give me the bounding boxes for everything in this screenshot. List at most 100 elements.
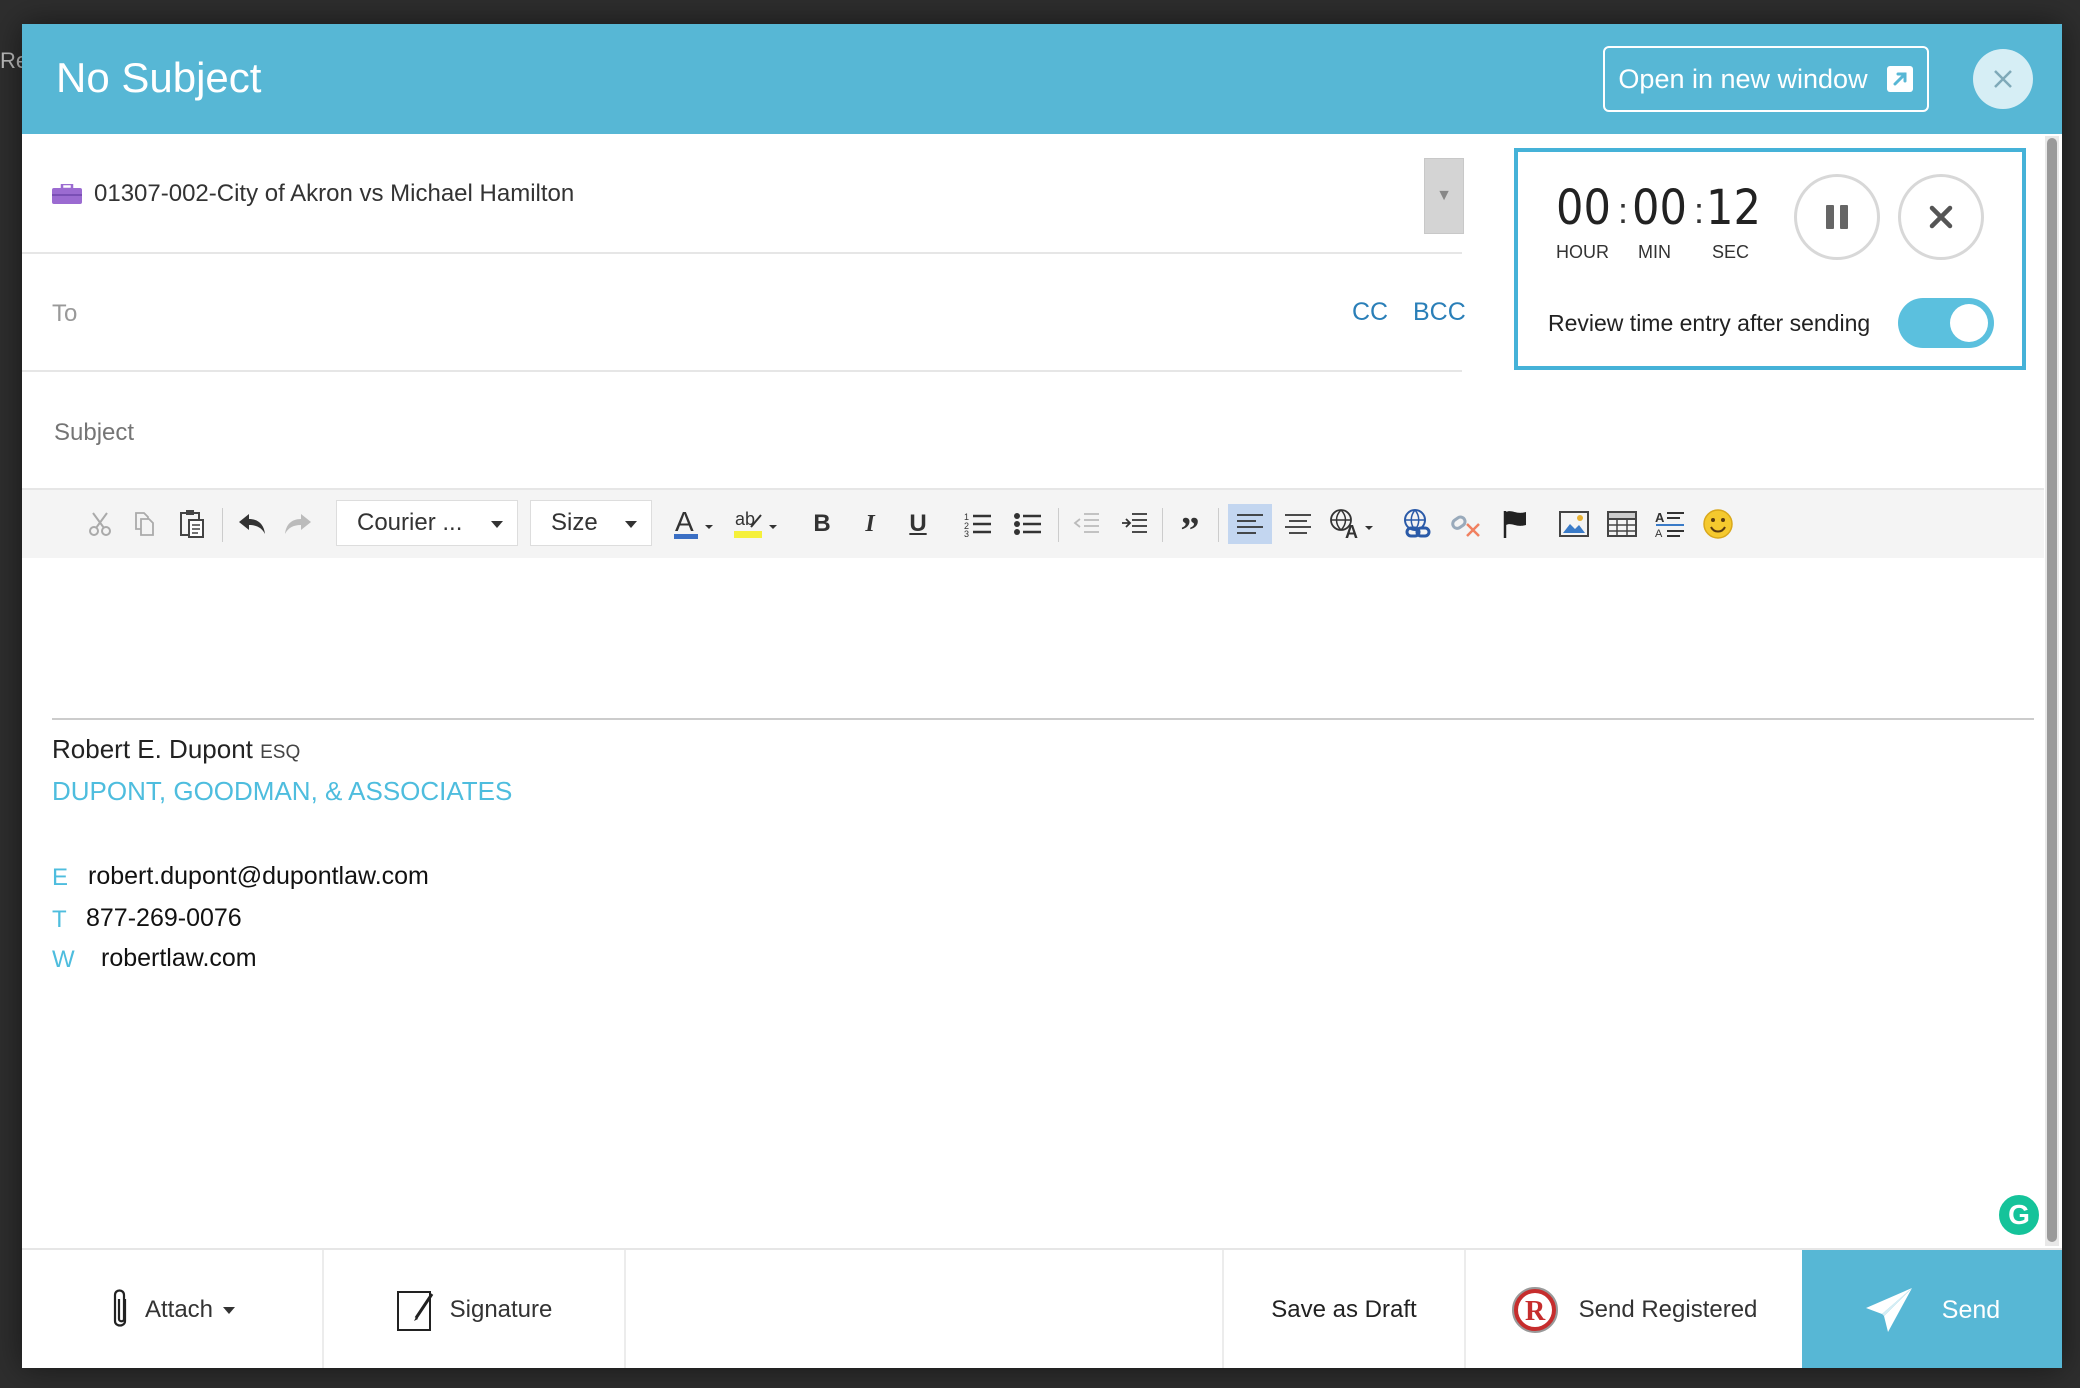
review-time-entry-toggle[interactable] bbox=[1898, 298, 1994, 348]
highlight-color-button[interactable]: ab bbox=[732, 504, 784, 544]
svg-text:A: A bbox=[1655, 528, 1663, 538]
cc-button[interactable]: CC bbox=[1352, 298, 1388, 327]
open-in-new-window-label: Open in new window bbox=[1618, 63, 1868, 94]
undo-icon bbox=[239, 514, 265, 534]
image-icon bbox=[1559, 511, 1589, 537]
format-text-icon: AA bbox=[1655, 510, 1684, 538]
signature-phone: 877-269-0076 bbox=[86, 904, 242, 932]
toolbar-divider bbox=[1162, 508, 1163, 542]
font-family-select[interactable]: Courier ... bbox=[336, 500, 518, 546]
quote-icon: ” bbox=[1180, 510, 1200, 552]
sec-label: SEC bbox=[1712, 242, 1750, 262]
close-dialog-button[interactable] bbox=[1973, 49, 2033, 109]
text-color-button[interactable]: A bbox=[672, 504, 720, 544]
remove-link-button[interactable] bbox=[1446, 504, 1486, 544]
to-label: To bbox=[52, 300, 78, 327]
insert-table-button[interactable] bbox=[1602, 504, 1642, 544]
language-button[interactable]: A bbox=[1328, 504, 1378, 544]
outdent-button[interactable] bbox=[1066, 504, 1106, 544]
copy-button[interactable] bbox=[124, 504, 164, 544]
link-icon bbox=[1404, 509, 1431, 538]
indent-button[interactable] bbox=[1114, 504, 1154, 544]
dropdown-caret-icon bbox=[491, 521, 503, 528]
compose-email-dialog: No Subject Open in new window 01307-002-… bbox=[22, 24, 2062, 1368]
scrollbar-thumb[interactable] bbox=[2047, 138, 2057, 1242]
timer-colon: : bbox=[1694, 190, 1705, 231]
signature-button[interactable]: Signature bbox=[324, 1250, 626, 1368]
underline-icon: U bbox=[909, 510, 927, 537]
matter-selector[interactable]: 01307-002-City of Akron vs Michael Hamil… bbox=[22, 136, 1464, 254]
insert-emoji-button[interactable] bbox=[1698, 504, 1738, 544]
svg-text:R: R bbox=[1525, 1296, 1546, 1327]
attach-label: Attach bbox=[144, 1296, 214, 1323]
flag-icon bbox=[1503, 511, 1526, 538]
close-icon bbox=[1994, 70, 2012, 88]
compose-footer: Attach Signature Save as Draft R Send Re… bbox=[22, 1248, 2062, 1368]
editor-toolbar: Courier ... Size A ab B I U 123 ” A A A bbox=[22, 490, 2044, 558]
signature-firm: DUPONT, GOODMAN, & ASSOCIATES bbox=[52, 776, 513, 806]
save-as-draft-button[interactable]: Save as Draft bbox=[1224, 1250, 1466, 1368]
font-size-select[interactable]: Size bbox=[530, 500, 652, 546]
signature-label: Signature bbox=[449, 1296, 553, 1323]
text-style-button[interactable]: AA bbox=[1650, 504, 1690, 544]
numbered-list-button[interactable]: 123 bbox=[958, 504, 998, 544]
smiley-icon bbox=[1703, 509, 1733, 539]
signature-suffix: ESQ bbox=[260, 742, 301, 763]
bcc-button[interactable]: BCC bbox=[1413, 298, 1466, 327]
toolbar-divider bbox=[222, 508, 223, 542]
insert-image-button[interactable] bbox=[1554, 504, 1594, 544]
grammarly-icon[interactable]: G bbox=[1996, 1192, 2042, 1238]
font-size-value: Size bbox=[551, 509, 598, 536]
pause-icon bbox=[1826, 205, 1848, 229]
send-registered-button[interactable]: R Send Registered bbox=[1466, 1250, 1802, 1368]
align-left-button[interactable] bbox=[1228, 504, 1272, 544]
signature-website[interactable]: robertlaw.com bbox=[101, 944, 257, 973]
attach-button[interactable]: Attach bbox=[22, 1250, 324, 1368]
timer-minutes: 00 bbox=[1632, 180, 1687, 236]
bullet-list-button[interactable] bbox=[1008, 504, 1048, 544]
insert-link-button[interactable] bbox=[1398, 504, 1438, 544]
dropdown-caret-icon bbox=[223, 1306, 236, 1314]
signature-name: Robert E. Dupont bbox=[52, 734, 253, 764]
italic-icon: I bbox=[865, 510, 875, 537]
scissors-icon bbox=[89, 512, 111, 536]
clipboard-icon bbox=[180, 510, 204, 538]
signature-name-line: Robert E. Dupont ESQ bbox=[52, 734, 300, 765]
signature-divider bbox=[52, 718, 2034, 720]
svg-text:3: 3 bbox=[964, 529, 969, 537]
bold-button[interactable]: B bbox=[802, 504, 842, 544]
insert-anchor-button[interactable] bbox=[1496, 504, 1536, 544]
footer-spacer bbox=[626, 1250, 1224, 1368]
copy-icon bbox=[135, 512, 154, 536]
review-time-entry-label: Review time entry after sending bbox=[1548, 310, 1871, 336]
cut-button[interactable] bbox=[80, 504, 120, 544]
blockquote-button[interactable]: ” bbox=[1170, 504, 1210, 550]
message-body-editor[interactable]: Robert E. Dupont ESQ DUPONT, GOODMAN, & … bbox=[22, 558, 2044, 1248]
paper-plane-icon bbox=[1865, 1288, 1912, 1332]
open-in-new-window-button[interactable]: Open in new window bbox=[1603, 46, 1929, 112]
hour-label: HOUR bbox=[1556, 242, 1609, 262]
signature-email[interactable]: robert.dupont@dupontlaw.com bbox=[88, 862, 429, 891]
pause-timer-button[interactable] bbox=[1794, 174, 1880, 260]
undo-button[interactable] bbox=[232, 504, 272, 544]
vertical-scrollbar[interactable] bbox=[2045, 136, 2059, 1246]
align-center-button[interactable] bbox=[1278, 504, 1318, 544]
paste-button[interactable] bbox=[172, 504, 212, 544]
dropdown-arrow-icon: ▼ bbox=[1436, 187, 1452, 204]
toolbar-divider bbox=[1218, 508, 1219, 542]
align-center-icon bbox=[1285, 514, 1311, 534]
send-button[interactable]: Send bbox=[1802, 1250, 2062, 1368]
toggle-knob bbox=[1950, 304, 1988, 342]
subject-input[interactable] bbox=[52, 418, 1856, 448]
to-field[interactable]: To CC BCC bbox=[22, 254, 1466, 372]
web-label: W bbox=[52, 946, 75, 973]
send-registered-label: Send Registered bbox=[1578, 1296, 1758, 1323]
underline-button[interactable]: U bbox=[898, 504, 938, 544]
matter-dropdown-button[interactable]: ▼ bbox=[1424, 158, 1464, 234]
redo-button[interactable] bbox=[278, 504, 318, 544]
italic-button[interactable]: I bbox=[850, 504, 890, 544]
cancel-timer-button[interactable] bbox=[1898, 174, 1984, 260]
svg-text:A: A bbox=[1655, 510, 1665, 525]
rpost-registered-icon: R bbox=[1511, 1287, 1558, 1333]
timer-panel: 00 : 00 : 12 HOUR MIN SEC Review time en… bbox=[1514, 148, 2026, 370]
